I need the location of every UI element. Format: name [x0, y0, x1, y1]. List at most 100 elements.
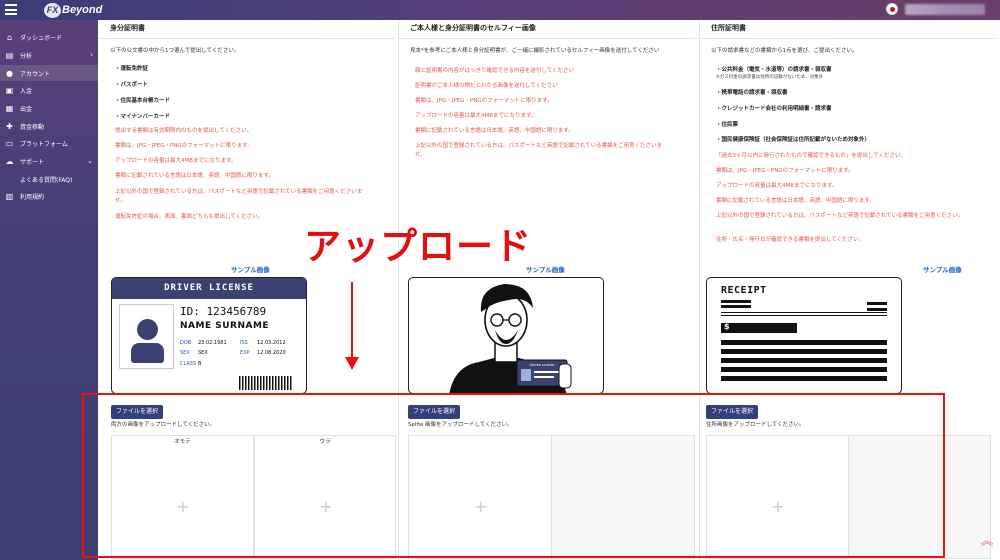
sex-label: SEX [180, 350, 190, 356]
sidebar-item-deposit[interactable]: ▣ 入金 [0, 82, 98, 98]
divider [98, 38, 395, 39]
barcode-icon [239, 376, 292, 390]
arrow-down-icon [345, 357, 359, 370]
sample-image-label: サンプル画像 [923, 266, 962, 274]
scroll-to-top-icon[interactable]: ︽ [980, 535, 994, 552]
users-icon: ● [6, 68, 13, 78]
transfer-icon: ✚ [6, 121, 13, 131]
sidebar-item-terms[interactable]: ▥ 利用規約 [0, 188, 98, 204]
list-item: ・クレジットカード会社の利用明細書・請求書 [716, 106, 832, 112]
logo[interactable]: FX Beyond [44, 2, 102, 18]
chevron-right-icon: › [90, 51, 93, 59]
license-header: DRIVER LICENSE [112, 278, 306, 299]
sidebar-item-withdraw[interactable]: ▦ 出金 [0, 100, 98, 116]
sidebar-item-label: 分析 [20, 52, 33, 60]
license-name: NAME SURNAME [180, 321, 270, 331]
section-title: 住所証明書 [711, 24, 746, 32]
list-item: ・公共料金（電気・水道等）の請求書・領収書 [716, 67, 832, 73]
chart-icon: ▤ [5, 50, 14, 60]
sidebar-item-label: サポート [20, 158, 45, 166]
section-intro: 見本*を参考にご本人様と身分証明書が、ご一緒に撮影されているセルフィー画像を送付… [410, 48, 660, 54]
logo-text: Beyond [62, 4, 103, 16]
sex-value: SEX [198, 350, 208, 356]
chevron-down-icon: ⌄ [87, 157, 93, 165]
note-text: 上記以外の国で登録されている方は、パスポートなど英語で記載されている書類をご用意… [716, 213, 964, 219]
note-text: 「過去3ヶ月以内に発行されたもので確認できるもの」を提出してください。 [716, 153, 907, 159]
sidebar-item-label: 入金 [20, 87, 33, 95]
sidebar-item-label: プラットフォーム [20, 140, 68, 148]
iss-value: 12.03.2012 [257, 340, 286, 346]
receipt-title: RECEIPT [721, 285, 767, 296]
driver-license-sample: DRIVER LICENSE ID: 123456789 NAME SURNAM… [111, 277, 307, 394]
sidebar-item-platform[interactable]: ▭ プラットフォーム [0, 135, 98, 151]
sidebar-item-label: アカウント [20, 70, 51, 78]
list-item: ・住民基本台帳カード [115, 98, 171, 104]
iss-label: ISS [240, 340, 248, 346]
divider [398, 38, 695, 39]
deposit-icon: ▣ [5, 85, 14, 95]
selfie-sample: DRIVER LICENSE [408, 277, 604, 394]
note-text: 住所・氏名・発行日が確認できる書類を提出してください。 [716, 237, 865, 243]
note-text: 書類に記載されている言語は日本語、英語、中国語に限ります。 [716, 198, 875, 204]
section-title: 身分証明書 [110, 24, 145, 32]
note-text: 書類は、JPG・JPEG・PNGのフォーマットに限ります。 [115, 143, 253, 149]
sidebar-item-transfer[interactable]: ✚ 資金移動 [0, 118, 98, 134]
sidebar-item-label: よくある質問(FAQ) [20, 176, 73, 184]
sidebar-item-dashboard[interactable]: ⌂ ダッシュボード [0, 29, 98, 45]
logo-mark: FX [44, 2, 61, 18]
list-item: ・運転免許証 [115, 66, 149, 72]
note-text: アップロードの容量は最大4MBまでになります。 [716, 183, 838, 189]
sidebar-item-label: ダッシュボード [20, 34, 63, 42]
list-item: ・携帯電話の請求書・領収書 [716, 90, 788, 96]
sidebar-item-account[interactable]: ● アカウント [0, 65, 98, 81]
selfie-person-illustration: DRIVER LICENSE [449, 284, 572, 393]
platform-icon: ▭ [5, 138, 14, 148]
exp-value: 12.08.2020 [257, 350, 286, 356]
section-intro: 以下の公文書の中から1つ選んで提出してください。 [110, 48, 240, 54]
sidebar-item-label: 出金 [20, 105, 33, 113]
note-text: 提出する書類は有効期限内のものを提出してください。 [115, 128, 253, 134]
sidebar-item-label: 利用規約 [20, 193, 45, 201]
annotation-arrow [351, 282, 353, 360]
note-text: 書類に記載されている言語は日本語、英語、中国語に限ります。 [115, 173, 274, 179]
sidebar-item-analysis[interactable]: ▤ 分析 › [0, 47, 98, 63]
note-text: アップロードの容量は最大4MBまでになります。 [415, 113, 537, 119]
sample-image-label: サンプル画像 [231, 266, 270, 274]
list-item-note: ※ガス料金の請求書は住所の記載がないため、対象外 [716, 75, 824, 80]
home-icon: ⌂ [6, 32, 13, 42]
exp-label: EXP [240, 350, 250, 356]
terms-icon: ▥ [5, 191, 14, 201]
card-text: DRIVER LICENSE [530, 363, 555, 367]
upload-annotation: アップロード [304, 225, 532, 268]
list-item: ・住民票 [716, 122, 739, 128]
note-text: 証明書がご本人様の物だとわかる画像を送付してください [415, 83, 558, 89]
list-item: ・国民健康保険証（社会保険証は住所記載がないため対象外） [716, 137, 871, 143]
support-icon: ☁ [5, 156, 14, 166]
withdraw-icon: ▦ [5, 103, 14, 113]
top-bar: FX Beyond [0, 0, 1000, 20]
note-text: 上記以外の国で登録されている方は、パスポートなど英語で記載されている書類をご用意… [115, 189, 363, 195]
note-text: 書類は、JPG・JPEG・PNGのフォーマットに限ります。 [716, 168, 854, 174]
dob-value: 23.02.1981 [198, 340, 227, 346]
sidebar-item-support[interactable]: ☁ サポート ⌄ [0, 153, 98, 169]
sidebar-item-faq[interactable]: よくある質問(FAQ) [0, 171, 98, 187]
note-text: 顔と証明書の内容がはっきり確認できる内容を送付してください [415, 68, 575, 74]
receipt-sample: RECEIPT $ [706, 277, 902, 394]
person-icon [119, 304, 174, 369]
divider [699, 38, 996, 39]
list-item: ・マイナンバーカード [115, 114, 170, 120]
class-value: B [198, 361, 202, 367]
note-text: 運転免許証の場合、表面、裏面どちらも提出してください。 [115, 214, 264, 220]
note-text: アップロードの容量は最大4MBまでになります。 [115, 158, 237, 164]
japan-flag-icon[interactable] [886, 3, 898, 15]
list-item: ・パスポート [115, 82, 149, 88]
note-text: 書類に記載されている言語は日本語、英語、中国語に限ります。 [415, 128, 574, 134]
note-text: せ。 [115, 198, 127, 204]
license-id: ID: 123456789 [180, 305, 267, 318]
menu-icon[interactable] [5, 4, 17, 15]
section-intro: 以下の請求書などの書類から1点を選び、ご提出ください。 [711, 48, 858, 54]
note-text: せ。 [415, 152, 427, 158]
dollar-icon: $ [724, 322, 730, 331]
sidebar-item-label: 資金移動 [20, 123, 45, 131]
user-name-blurred[interactable] [905, 4, 985, 15]
